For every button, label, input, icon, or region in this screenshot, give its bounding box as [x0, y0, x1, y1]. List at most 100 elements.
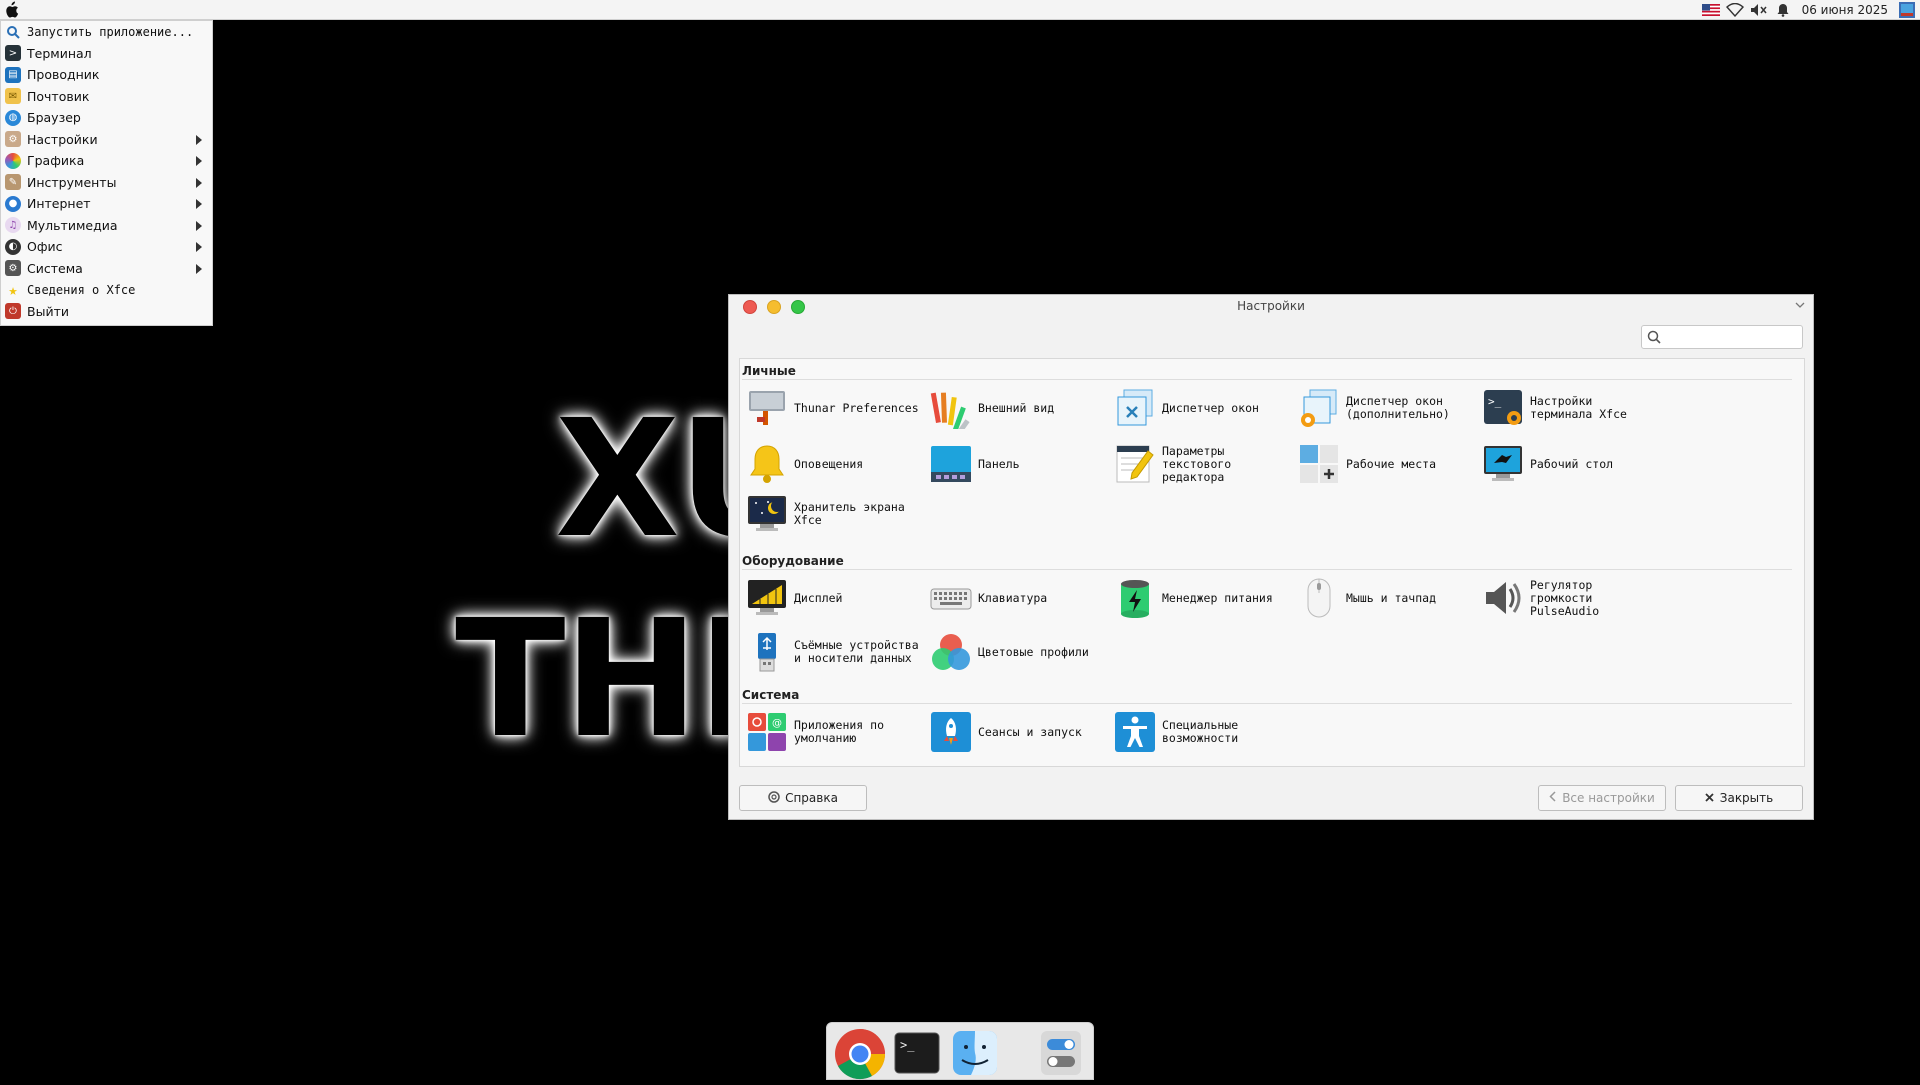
search-box[interactable] [1641, 325, 1803, 349]
window-manager-icon [1114, 387, 1156, 429]
window-title: Настройки [1237, 299, 1305, 313]
chevron-right-icon [196, 220, 202, 231]
menu-item-run-app[interactable]: Запустить приложение... [1, 21, 212, 43]
menu-item-multimedia[interactable]: ♫ Мультимедиа [1, 215, 212, 237]
all-settings-button[interactable]: Все настройки [1538, 785, 1666, 811]
item-display[interactable]: Дисплей [746, 573, 930, 623]
close-button[interactable]: Закрыть [1675, 785, 1803, 811]
chevron-right-icon [196, 242, 202, 252]
item-window-manager[interactable]: Диспетчер окон [1114, 383, 1298, 433]
menu-item-graphics[interactable]: Графика [1, 150, 212, 172]
item-window-manager-tweaks[interactable]: Диспетчер окон (дополнительно) [1298, 383, 1482, 433]
settings-icon: ⚙ [5, 131, 21, 148]
section-title-hardware: Оборудование [742, 554, 1792, 570]
us-flag-icon[interactable] [1701, 2, 1720, 18]
file-manager-icon: ▤ [5, 66, 21, 83]
search-input[interactable] [1666, 329, 1800, 347]
svg-text:>_: >_ [1488, 395, 1502, 408]
chevron-down-icon[interactable] [1795, 301, 1805, 309]
help-icon [768, 790, 780, 806]
close-icon [1705, 791, 1714, 805]
menu-item-browser[interactable]: ◍ Браузер [1, 107, 212, 129]
default-apps-icon: @ [746, 711, 788, 753]
chevron-right-icon [196, 177, 202, 188]
chevron-right-icon [196, 263, 202, 274]
item-mouse-touchpad[interactable]: Мышь и тачпад [1298, 573, 1482, 623]
window-manager-tweaks-icon [1298, 387, 1340, 429]
section-title-system: Система [742, 688, 1792, 704]
display-icon [746, 577, 788, 619]
chevron-left-icon [1549, 791, 1556, 805]
dock: >_ [826, 1022, 1094, 1080]
keyboard-icon [930, 577, 972, 619]
search-icon [1647, 330, 1661, 344]
text-editor-icon [1114, 443, 1156, 485]
item-color-profiles[interactable]: Цветовые профили [930, 627, 1114, 677]
speaker-muted-icon[interactable] [1750, 2, 1768, 18]
item-power-manager[interactable]: Менеджер питания [1114, 573, 1298, 623]
item-accessibility[interactable]: Специальные возможности [1114, 707, 1298, 757]
settings-content: Личные Thunar Preferences Внешний вид Ди… [739, 358, 1805, 767]
item-volume-control[interactable]: Регулятор громкости PulseAudio [1482, 573, 1666, 623]
menu-item-terminal[interactable]: > Терминал [1, 43, 212, 65]
panel-icon [930, 443, 972, 485]
mail-icon: ✉ [5, 88, 21, 105]
clock[interactable]: 06 июня 2025 [1798, 3, 1892, 17]
desktop-icon [1482, 443, 1524, 485]
item-desktop[interactable]: Рабочий стол [1482, 439, 1666, 489]
tools-icon: ✎ [5, 174, 21, 191]
item-thunar-preferences[interactable]: Thunar Preferences [746, 383, 930, 433]
office-icon: ◐ [5, 238, 21, 255]
menu-item-mail[interactable]: ✉ Почтовик [1, 86, 212, 108]
menu-item-system[interactable]: ⚙ Система [1, 258, 212, 280]
workspaces-icon [1298, 443, 1340, 485]
user-icon[interactable] [1898, 2, 1916, 18]
star-icon: ★ [8, 280, 18, 299]
wifi-icon[interactable] [1725, 2, 1744, 18]
item-terminal-settings[interactable]: >_ Настройки терминала Xfce [1482, 383, 1666, 433]
menu-item-file-manager[interactable]: ▤ Проводник [1, 64, 212, 86]
accessibility-icon [1114, 711, 1156, 753]
help-button[interactable]: Справка [739, 785, 867, 811]
item-appearance[interactable]: Внешний вид [930, 383, 1114, 439]
applications-menu: Запустить приложение... > Терминал ▤ Про… [0, 20, 213, 326]
item-screensaver[interactable]: Хранитель экрана Xfce [746, 489, 930, 539]
system-tray: 06 июня 2025 [1701, 0, 1920, 20]
dock-finder-icon[interactable] [949, 1027, 1001, 1079]
item-sessions[interactable]: Сеансы и запуск [930, 707, 1114, 757]
section-title-personal: Личные [742, 364, 1792, 380]
removable-drives-icon [746, 631, 788, 673]
item-text-editor[interactable]: Параметры текстового редактора [1114, 439, 1298, 489]
apple-icon [6, 1, 19, 18]
power-manager-icon [1114, 577, 1156, 619]
terminal-settings-icon: >_ [1482, 387, 1524, 429]
menu-item-tools[interactable]: ✎ Инструменты [1, 172, 212, 194]
menu-item-internet[interactable]: ● Интернет [1, 193, 212, 215]
svg-text:@: @ [772, 718, 782, 729]
volume-control-icon [1482, 577, 1524, 619]
bell-icon[interactable] [1774, 2, 1792, 18]
svg-text:>_: >_ [900, 1038, 915, 1052]
color-profiles-icon [930, 631, 972, 673]
menu-item-office[interactable]: ◐ Офис [1, 236, 212, 258]
search-icon [5, 24, 21, 40]
dock-terminal-icon[interactable]: >_ [891, 1027, 943, 1079]
apple-menu-button[interactable] [3, 1, 21, 19]
graphics-icon [5, 152, 21, 169]
item-notifications[interactable]: Оповещения [746, 439, 930, 489]
menu-item-logout[interactable]: ⏻ Выйти [1, 301, 212, 323]
item-panel[interactable]: Панель [930, 439, 1114, 489]
internet-icon: ● [5, 195, 21, 212]
menu-item-about-xfce[interactable]: ★ Сведения о Xfce [1, 279, 212, 301]
item-workspaces[interactable]: Рабочие места [1298, 439, 1482, 489]
screensaver-icon [746, 493, 788, 535]
window-titlebar[interactable]: Настройки [729, 295, 1813, 317]
chevron-right-icon [196, 199, 202, 209]
menu-item-settings[interactable]: ⚙ Настройки [1, 129, 212, 151]
item-default-apps[interactable]: @ Приложения по умолчанию [746, 707, 930, 757]
dock-settings-toggle-icon[interactable] [1035, 1027, 1087, 1079]
item-keyboard[interactable]: Клавиатура [930, 573, 1114, 623]
item-removable-drives[interactable]: Съёмные устройства и носители данных [746, 627, 930, 677]
dock-chrome-icon[interactable] [833, 1027, 886, 1080]
mouse-icon [1298, 577, 1340, 619]
